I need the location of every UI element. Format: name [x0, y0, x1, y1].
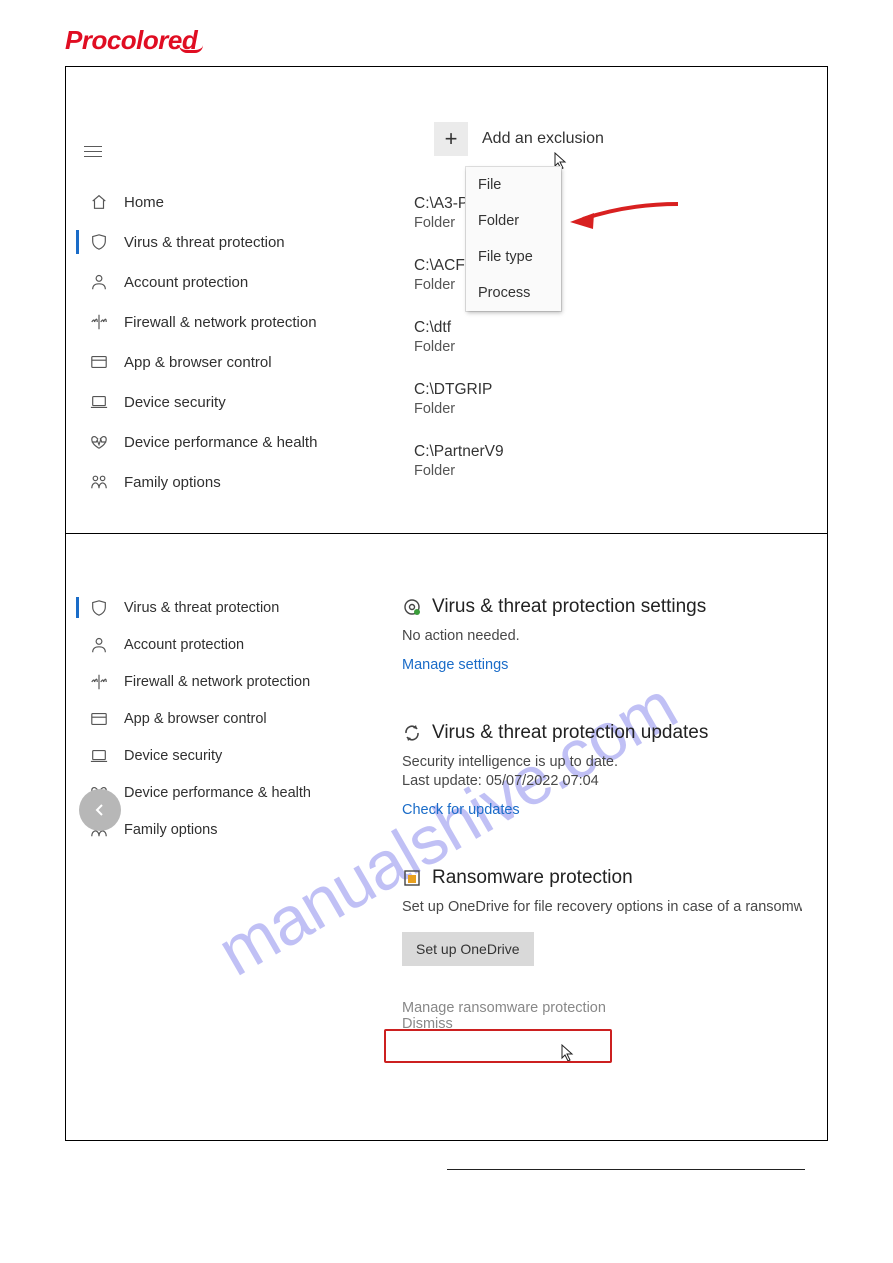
- sidebar-item-label: Device security: [124, 748, 222, 764]
- section-title: Ransomware protection: [432, 867, 633, 889]
- protection-settings-section: Virus & threat protection settings No ac…: [402, 596, 802, 674]
- sidebar-item-label: Firewall & network protection: [124, 314, 317, 331]
- sidebar-item-label: Home: [124, 194, 164, 211]
- dropdown-item-file[interactable]: File: [466, 167, 561, 203]
- add-exclusion-button[interactable]: + Add an exclusion: [434, 122, 604, 156]
- sidebar-item-firewall[interactable]: Firewall & network protection: [80, 663, 350, 700]
- add-exclusion-label: Add an exclusion: [482, 130, 604, 148]
- ransomware-description: Set up OneDrive for file recovery option…: [402, 899, 802, 915]
- sidebar-item-label: App & browser control: [124, 711, 267, 727]
- manage-settings-link[interactable]: Manage settings: [402, 657, 508, 673]
- home-icon: [88, 191, 110, 213]
- annotation-highlight-box: [384, 1029, 612, 1063]
- protection-updates-section: Virus & threat protection updates Securi…: [402, 722, 802, 819]
- dropdown-item-process[interactable]: Process: [466, 275, 561, 311]
- exclusion-type: Folder: [414, 401, 504, 417]
- sidebar-item-label: Device performance & health: [124, 434, 317, 451]
- sidebar-item-label: Family options: [124, 474, 221, 491]
- dismiss-link[interactable]: Dismiss: [402, 1016, 802, 1032]
- sidebar-item-device[interactable]: Device security: [80, 737, 350, 774]
- logo-text: Procolored: [65, 25, 197, 55]
- browser-icon: [88, 708, 110, 730]
- family-icon: [88, 471, 110, 493]
- check-updates-link[interactable]: Check for updates: [402, 802, 520, 818]
- plus-icon: +: [434, 122, 468, 156]
- sidebar-item-browser[interactable]: App & browser control: [80, 700, 350, 737]
- browser-icon: [88, 351, 110, 373]
- sidebar-item-label: Virus & threat protection: [124, 234, 285, 251]
- screenshot-protection-overview: manualshive.com Virus & threat protectio…: [66, 534, 827, 1140]
- sidebar-item-label: Firewall & network protection: [124, 674, 310, 690]
- manage-ransomware-link[interactable]: Manage ransomware protection: [402, 1000, 802, 1016]
- hamburger-menu-icon[interactable]: [84, 142, 102, 161]
- sidebar-item-family[interactable]: Family options: [80, 462, 350, 502]
- sidebar-item-person[interactable]: Account protection: [80, 262, 350, 302]
- exclusion-type: Folder: [414, 339, 504, 355]
- content-area: Virus & threat protection settings No ac…: [402, 596, 802, 1032]
- page-footer-rule: [447, 1169, 805, 1170]
- last-update-text: Last update: 05/07/2022 07:04: [402, 773, 802, 789]
- device-icon: [88, 745, 110, 767]
- section-title: Virus & threat protection settings: [432, 596, 706, 618]
- sidebar-item-label: Device security: [124, 394, 226, 411]
- exclusion-entry[interactable]: C:\dtf Folder: [414, 319, 504, 355]
- person-icon: [88, 634, 110, 656]
- sidebar-item-device[interactable]: Device security: [80, 382, 350, 422]
- exclusion-entry[interactable]: C:\PartnerV9 Folder: [414, 443, 504, 479]
- brand-logo: Procolored: [20, 0, 873, 66]
- sidebar-item-shield[interactable]: Virus & threat protection: [80, 589, 350, 626]
- sidebar-item-browser[interactable]: App & browser control: [80, 342, 350, 382]
- sidebar-item-label: Family options: [124, 822, 217, 838]
- exclusion-type-dropdown: FileFolderFile typeProcess: [466, 167, 561, 311]
- dropdown-item-file-type[interactable]: File type: [466, 239, 561, 275]
- sidebar-nav: Home Virus & threat protection Account pro…: [80, 182, 350, 502]
- status-text: No action needed.: [402, 628, 802, 644]
- shield-icon: [88, 231, 110, 253]
- sidebar-item-label: Account protection: [124, 274, 248, 291]
- setup-onedrive-button[interactable]: Set up OneDrive: [402, 932, 534, 966]
- shield-icon: [88, 597, 110, 619]
- firewall-icon: [88, 311, 110, 333]
- person-icon: [88, 271, 110, 293]
- heart-icon: [88, 431, 110, 453]
- screenshot-exclusions: Home Virus & threat protection Account pro…: [66, 67, 827, 534]
- exclusion-path: C:\PartnerV9: [414, 443, 504, 461]
- sidebar-item-label: Device performance & health: [124, 785, 311, 801]
- sidebar-item-shield[interactable]: Virus & threat protection: [80, 222, 350, 262]
- device-icon: [88, 391, 110, 413]
- sidebar-item-family[interactable]: Family options: [80, 811, 350, 848]
- cursor-icon: [561, 1044, 575, 1062]
- sidebar-item-heart[interactable]: Device performance & health: [80, 422, 350, 462]
- section-title: Virus & threat protection updates: [432, 722, 708, 744]
- document-frame: Home Virus & threat protection Account pro…: [65, 66, 828, 1141]
- exclusion-path: C:\DTGRIP: [414, 381, 504, 399]
- nav-prev-button[interactable]: [79, 789, 121, 831]
- exclusion-path: C:\dtf: [414, 319, 504, 337]
- ransomware-icon: [402, 868, 422, 888]
- sidebar-item-label: App & browser control: [124, 354, 272, 371]
- status-text: Security intelligence is up to date.: [402, 754, 802, 770]
- sidebar-item-person[interactable]: Account protection: [80, 626, 350, 663]
- sidebar-item-label: Account protection: [124, 637, 244, 653]
- refresh-icon: [402, 723, 422, 743]
- sidebar-item-firewall[interactable]: Firewall & network protection: [80, 302, 350, 342]
- exclusion-type: Folder: [414, 463, 504, 479]
- ransomware-section: Ransomware protection Set up OneDrive fo…: [402, 867, 802, 1032]
- firewall-icon: [88, 671, 110, 693]
- dropdown-item-folder[interactable]: Folder: [466, 203, 561, 239]
- exclusion-entry[interactable]: C:\DTGRIP Folder: [414, 381, 504, 417]
- sidebar-item-home[interactable]: Home: [80, 182, 350, 222]
- sidebar-item-label: Virus & threat protection: [124, 600, 279, 616]
- settings-gear-icon: [402, 597, 422, 617]
